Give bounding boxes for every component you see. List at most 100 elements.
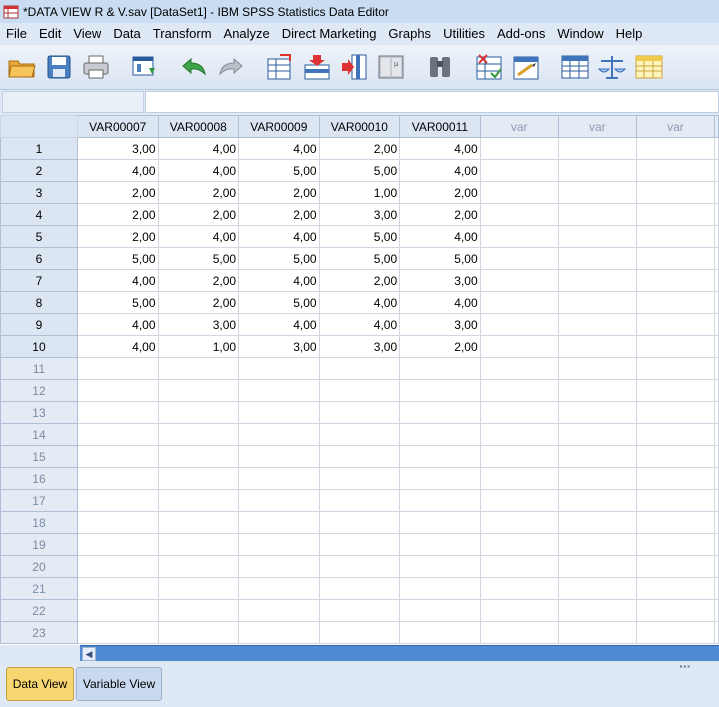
data-cell[interactable]: 4,00 [399, 137, 481, 160]
empty-column-header[interactable]: var [635, 115, 715, 138]
data-cell[interactable] [557, 291, 637, 314]
data-cell[interactable] [399, 489, 481, 512]
data-cell[interactable] [76, 489, 159, 512]
data-cell[interactable] [399, 401, 481, 424]
data-cell[interactable] [479, 401, 559, 424]
empty-column-header[interactable]: var [557, 115, 637, 138]
row-header[interactable]: 8 [0, 291, 78, 314]
data-cell[interactable] [557, 467, 637, 490]
menu-add-ons[interactable]: Add-ons [491, 24, 551, 44]
data-cell[interactable] [557, 335, 637, 358]
find-icon[interactable] [425, 52, 455, 82]
data-cell[interactable] [635, 247, 715, 270]
row-header[interactable]: 3 [0, 181, 78, 204]
data-cell[interactable]: 2,00 [157, 291, 240, 314]
data-cell[interactable] [557, 555, 637, 578]
data-cell[interactable] [635, 599, 715, 622]
data-cell[interactable] [479, 511, 559, 534]
data-cell[interactable] [713, 335, 719, 358]
print-icon[interactable] [81, 52, 111, 82]
data-cell[interactable] [479, 291, 559, 314]
data-cell[interactable] [557, 181, 637, 204]
data-cell[interactable] [479, 357, 559, 380]
data-cell[interactable]: 4,00 [157, 159, 240, 182]
data-cell[interactable]: 5,00 [157, 247, 240, 270]
data-cell[interactable]: 2,00 [318, 137, 401, 160]
data-cell[interactable] [635, 577, 715, 600]
data-cell[interactable] [557, 313, 637, 336]
data-cell[interactable] [713, 181, 719, 204]
data-cell[interactable] [479, 247, 559, 270]
data-cell[interactable] [557, 621, 637, 644]
data-cell[interactable]: 3,00 [318, 203, 401, 226]
data-cell[interactable]: 3,00 [157, 313, 240, 336]
row-header[interactable]: 22 [0, 599, 78, 622]
data-cell[interactable]: 5,00 [318, 159, 401, 182]
data-cell[interactable] [557, 225, 637, 248]
data-cell[interactable] [479, 203, 559, 226]
data-cell[interactable] [635, 203, 715, 226]
data-cell[interactable] [238, 533, 320, 556]
data-cell[interactable] [635, 137, 715, 160]
data-cell[interactable] [318, 511, 401, 534]
data-cell[interactable] [157, 379, 240, 402]
column-header[interactable]: VAR00007 [76, 115, 159, 138]
menu-data[interactable]: Data [107, 24, 146, 44]
data-cell[interactable] [713, 511, 719, 534]
cell-reference-field[interactable] [2, 91, 144, 113]
data-cell[interactable] [635, 533, 715, 556]
data-cell[interactable] [713, 577, 719, 600]
row-header[interactable]: 4 [0, 203, 78, 226]
value-labels-icon[interactable] [511, 52, 541, 82]
data-cell[interactable] [157, 467, 240, 490]
data-cell[interactable] [557, 577, 637, 600]
data-cell[interactable] [713, 225, 719, 248]
select-cases-icon[interactable] [474, 52, 504, 82]
spss-app-icon[interactable] [3, 4, 19, 20]
scroll-left-icon[interactable]: ◀ [82, 647, 96, 661]
data-cell[interactable]: 5,00 [238, 291, 320, 314]
data-cell[interactable] [76, 423, 159, 446]
split-file-icon[interactable]: μ [376, 52, 406, 82]
data-cell[interactable] [635, 445, 715, 468]
data-cell[interactable]: 1,00 [157, 335, 240, 358]
data-cell[interactable] [479, 599, 559, 622]
data-cell[interactable] [713, 137, 719, 160]
data-cell[interactable] [399, 599, 481, 622]
data-cell[interactable] [635, 225, 715, 248]
data-cell[interactable] [557, 533, 637, 556]
data-cell[interactable]: 5,00 [76, 247, 159, 270]
menu-view[interactable]: View [67, 24, 107, 44]
data-cell[interactable] [479, 313, 559, 336]
data-cell[interactable] [713, 159, 719, 182]
data-cell[interactable] [557, 511, 637, 534]
data-cell[interactable] [557, 379, 637, 402]
data-cell[interactable] [713, 247, 719, 270]
weight-cases-icon[interactable] [597, 52, 627, 82]
data-cell[interactable] [713, 313, 719, 336]
data-cell[interactable] [635, 159, 715, 182]
menu-analyze[interactable]: Analyze [218, 24, 276, 44]
data-cell[interactable] [479, 335, 559, 358]
data-cell[interactable] [318, 599, 401, 622]
data-cell[interactable]: 4,00 [76, 335, 159, 358]
data-cell[interactable] [557, 247, 637, 270]
data-cell[interactable] [157, 621, 240, 644]
data-cell[interactable]: 5,00 [76, 291, 159, 314]
row-header[interactable]: 7 [0, 269, 78, 292]
data-cell[interactable]: 4,00 [399, 225, 481, 248]
data-cell[interactable] [238, 379, 320, 402]
data-cell[interactable] [479, 225, 559, 248]
go-to-case-icon[interactable] [265, 52, 295, 82]
cell-value-field[interactable] [145, 91, 719, 113]
data-cell[interactable]: 4,00 [238, 269, 320, 292]
data-cell[interactable] [157, 511, 240, 534]
data-cell[interactable] [399, 423, 481, 446]
data-cell[interactable] [713, 291, 719, 314]
data-cell[interactable] [713, 467, 719, 490]
data-cell[interactable] [399, 511, 481, 534]
data-cell[interactable]: 4,00 [238, 137, 320, 160]
data-cell[interactable]: 2,00 [76, 225, 159, 248]
data-cell[interactable]: 2,00 [318, 269, 401, 292]
menu-graphs[interactable]: Graphs [382, 24, 437, 44]
